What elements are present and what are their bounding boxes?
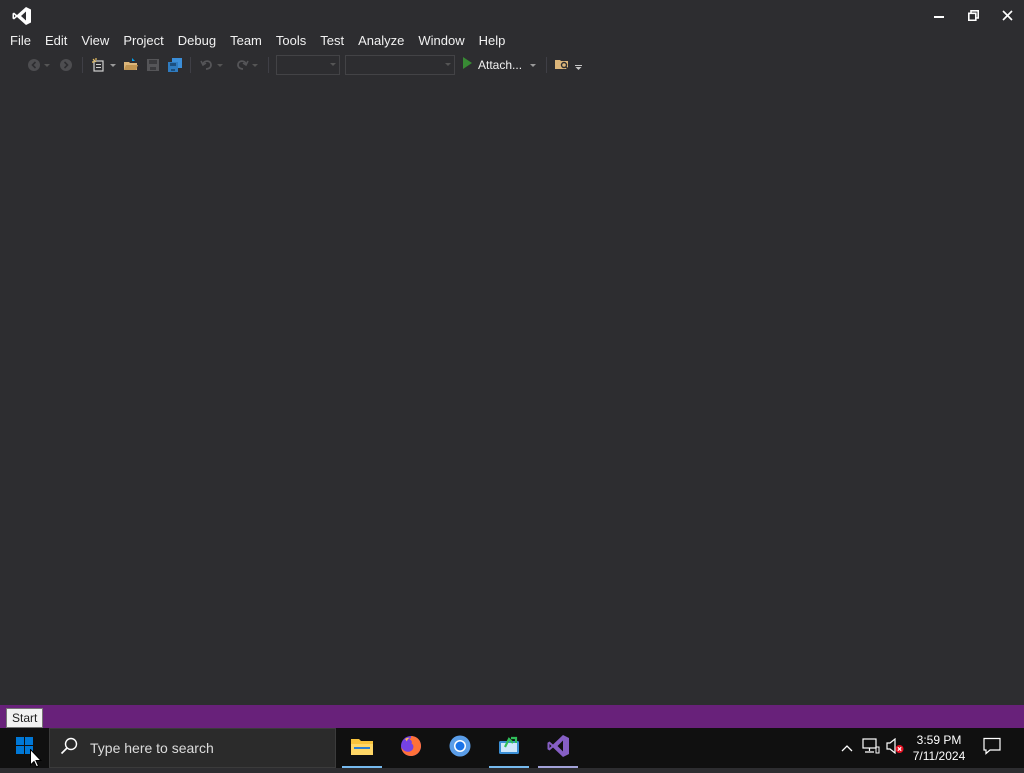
status-bar: [0, 705, 1024, 728]
attach-dropdown-arrow[interactable]: [530, 63, 537, 67]
restore-button[interactable]: [956, 0, 990, 30]
volume-muted-icon: [886, 737, 904, 759]
redo-icon: [235, 58, 249, 72]
close-button[interactable]: [990, 0, 1024, 30]
toolbar-options-button[interactable]: [573, 55, 585, 75]
chevron-down-icon: [109, 63, 116, 67]
undo-icon: [199, 58, 214, 72]
show-hidden-icons-button[interactable]: [836, 728, 858, 768]
chrome-icon: [448, 734, 472, 763]
taskbar-share-app[interactable]: [485, 728, 533, 768]
title-bar: [0, 0, 1024, 30]
chevron-down-icon: [43, 63, 50, 67]
save-button[interactable]: [143, 55, 163, 75]
attach-label: Attach...: [478, 58, 523, 72]
solution-platforms-dropdown[interactable]: [345, 55, 455, 75]
search-placeholder: Type here to search: [90, 740, 214, 756]
action-center-button[interactable]: [978, 728, 1006, 768]
standard-toolbar: Attach...: [0, 53, 1024, 77]
find-in-files-icon: [554, 57, 570, 73]
taskbar-file-explorer[interactable]: [338, 728, 386, 768]
menu-edit[interactable]: Edit: [38, 30, 74, 51]
file-explorer-icon: [350, 736, 374, 761]
solution-configurations-dropdown[interactable]: [276, 55, 340, 75]
visual-studio-icon: [546, 734, 570, 763]
editor-workspace: [0, 78, 1024, 705]
navigate-back-icon: [27, 58, 41, 72]
network-status-button[interactable]: [860, 728, 882, 768]
save-icon: [146, 58, 160, 72]
taskbar-firefox[interactable]: [387, 728, 435, 768]
search-icon: [50, 737, 78, 760]
minimize-icon: [934, 10, 944, 20]
chevron-up-icon: [841, 739, 853, 757]
clock-date: 7/11/2024: [912, 749, 966, 763]
navigate-forward-icon: [59, 58, 73, 72]
clock-time: 3:59 PM: [916, 733, 962, 747]
toolbar-separator: [268, 57, 269, 73]
taskbar-visual-studio[interactable]: [534, 728, 582, 768]
navigate-back-button[interactable]: [23, 55, 53, 75]
open-file-icon: [123, 57, 139, 73]
menu-team[interactable]: Team: [223, 30, 269, 51]
open-file-button[interactable]: [121, 55, 141, 75]
play-icon: [462, 56, 472, 74]
taskbar: Type here to search 3:59 PM 7/11/2024: [0, 728, 1024, 768]
toolbar-separator: [546, 57, 547, 73]
taskbar-chrome[interactable]: [436, 728, 484, 768]
menu-debug[interactable]: Debug: [171, 30, 223, 51]
toolbar-overflow-icon: [575, 60, 583, 70]
redo-button[interactable]: [231, 55, 261, 75]
menu-test[interactable]: Test: [313, 30, 351, 51]
chevron-down-icon: [251, 63, 258, 67]
toolbar-separator: [190, 57, 191, 73]
volume-button[interactable]: [884, 728, 906, 768]
menu-analyze[interactable]: Analyze: [351, 30, 411, 51]
menu-project[interactable]: Project: [116, 30, 170, 51]
menu-tools[interactable]: Tools: [269, 30, 313, 51]
menu-window[interactable]: Window: [411, 30, 471, 51]
notifications-icon: [983, 737, 1001, 760]
chevron-down-icon: [445, 63, 451, 66]
toolbar-separator: [82, 57, 83, 73]
menu-bar: File Edit View Project Debug Team Tools …: [0, 30, 1024, 51]
mouse-cursor-icon: [30, 748, 43, 773]
firefox-icon: [399, 734, 423, 763]
menu-help[interactable]: Help: [472, 30, 513, 51]
visual-studio-logo-icon[interactable]: [11, 6, 33, 26]
save-all-button[interactable]: [165, 55, 185, 75]
taskbar-search-box[interactable]: Type here to search: [49, 728, 336, 768]
teams-share-icon: [497, 735, 521, 762]
new-project-icon: [91, 57, 107, 73]
network-icon: [862, 737, 880, 759]
close-icon: [1001, 9, 1013, 21]
new-project-button[interactable]: [88, 55, 118, 75]
save-all-icon: [167, 57, 183, 73]
undo-button[interactable]: [196, 55, 226, 75]
minimize-button[interactable]: [922, 0, 956, 30]
chevron-down-icon: [216, 63, 223, 67]
menu-file[interactable]: File: [3, 30, 38, 51]
chevron-down-icon: [330, 63, 336, 66]
find-in-files-button[interactable]: [552, 55, 572, 75]
taskbar-clock[interactable]: 3:59 PM 7/11/2024: [904, 732, 974, 764]
restore-icon: [967, 9, 979, 21]
menu-view[interactable]: View: [74, 30, 116, 51]
navigate-forward-button[interactable]: [56, 55, 76, 75]
attach-button[interactable]: Attach...: [462, 55, 537, 75]
start-tooltip: Start: [6, 708, 44, 728]
